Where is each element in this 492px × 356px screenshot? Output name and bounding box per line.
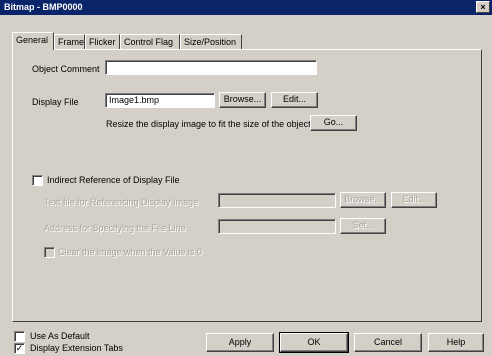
clear-image-label: Clear the image when the Value is 0 xyxy=(58,247,202,257)
indirect-ref-label: Indirect Reference of Display File xyxy=(47,175,180,185)
tab-size-position[interactable]: Size/Position xyxy=(180,34,242,49)
use-as-default-checkbox[interactable] xyxy=(14,331,25,342)
clear-image-checkbox xyxy=(44,247,55,258)
object-comment-label: Object Comment xyxy=(32,64,100,74)
window-title: Bitmap - BMP0000 xyxy=(4,2,83,12)
address-label: Address for Specifying the File Line xyxy=(44,223,186,233)
close-icon[interactable]: × xyxy=(476,1,490,13)
edit-button[interactable]: Edit... xyxy=(271,92,318,108)
text-file-label: Text file for Referencing Display Image xyxy=(44,197,199,207)
apply-button[interactable]: Apply xyxy=(206,333,274,352)
tab-flicker[interactable]: Flicker xyxy=(85,34,120,49)
resize-text: Resize the display image to fit the size… xyxy=(106,119,314,129)
browse-disabled-button: Browse... xyxy=(340,192,386,208)
tab-control-flag[interactable]: Control Flag xyxy=(120,34,180,49)
help-button[interactable]: Help xyxy=(428,333,484,352)
display-ext-tabs-checkbox[interactable]: ✓ xyxy=(14,343,25,354)
display-file-label: Display File xyxy=(32,97,79,107)
text-file-input xyxy=(218,193,336,208)
general-panel xyxy=(12,49,482,322)
display-ext-tabs-label: Display Extension Tabs xyxy=(30,343,123,353)
set-disabled-button: Set... xyxy=(340,218,386,234)
title-bar: Bitmap - BMP0000 × xyxy=(0,0,492,15)
indirect-ref-checkbox[interactable] xyxy=(32,175,43,186)
display-file-input[interactable]: Image1.bmp xyxy=(105,93,215,108)
tab-frame[interactable]: Frame xyxy=(54,34,85,49)
edit-disabled-button: Edit... xyxy=(391,192,437,208)
browse-button[interactable]: Browse... xyxy=(219,92,266,108)
use-as-default-label: Use As Default xyxy=(30,331,90,341)
go-button[interactable]: Go... xyxy=(310,115,357,131)
tab-general[interactable]: General xyxy=(12,32,54,50)
object-comment-input[interactable] xyxy=(105,60,317,75)
cancel-button[interactable]: Cancel xyxy=(354,333,422,352)
address-input xyxy=(218,219,336,234)
ok-button[interactable]: OK xyxy=(279,332,349,353)
